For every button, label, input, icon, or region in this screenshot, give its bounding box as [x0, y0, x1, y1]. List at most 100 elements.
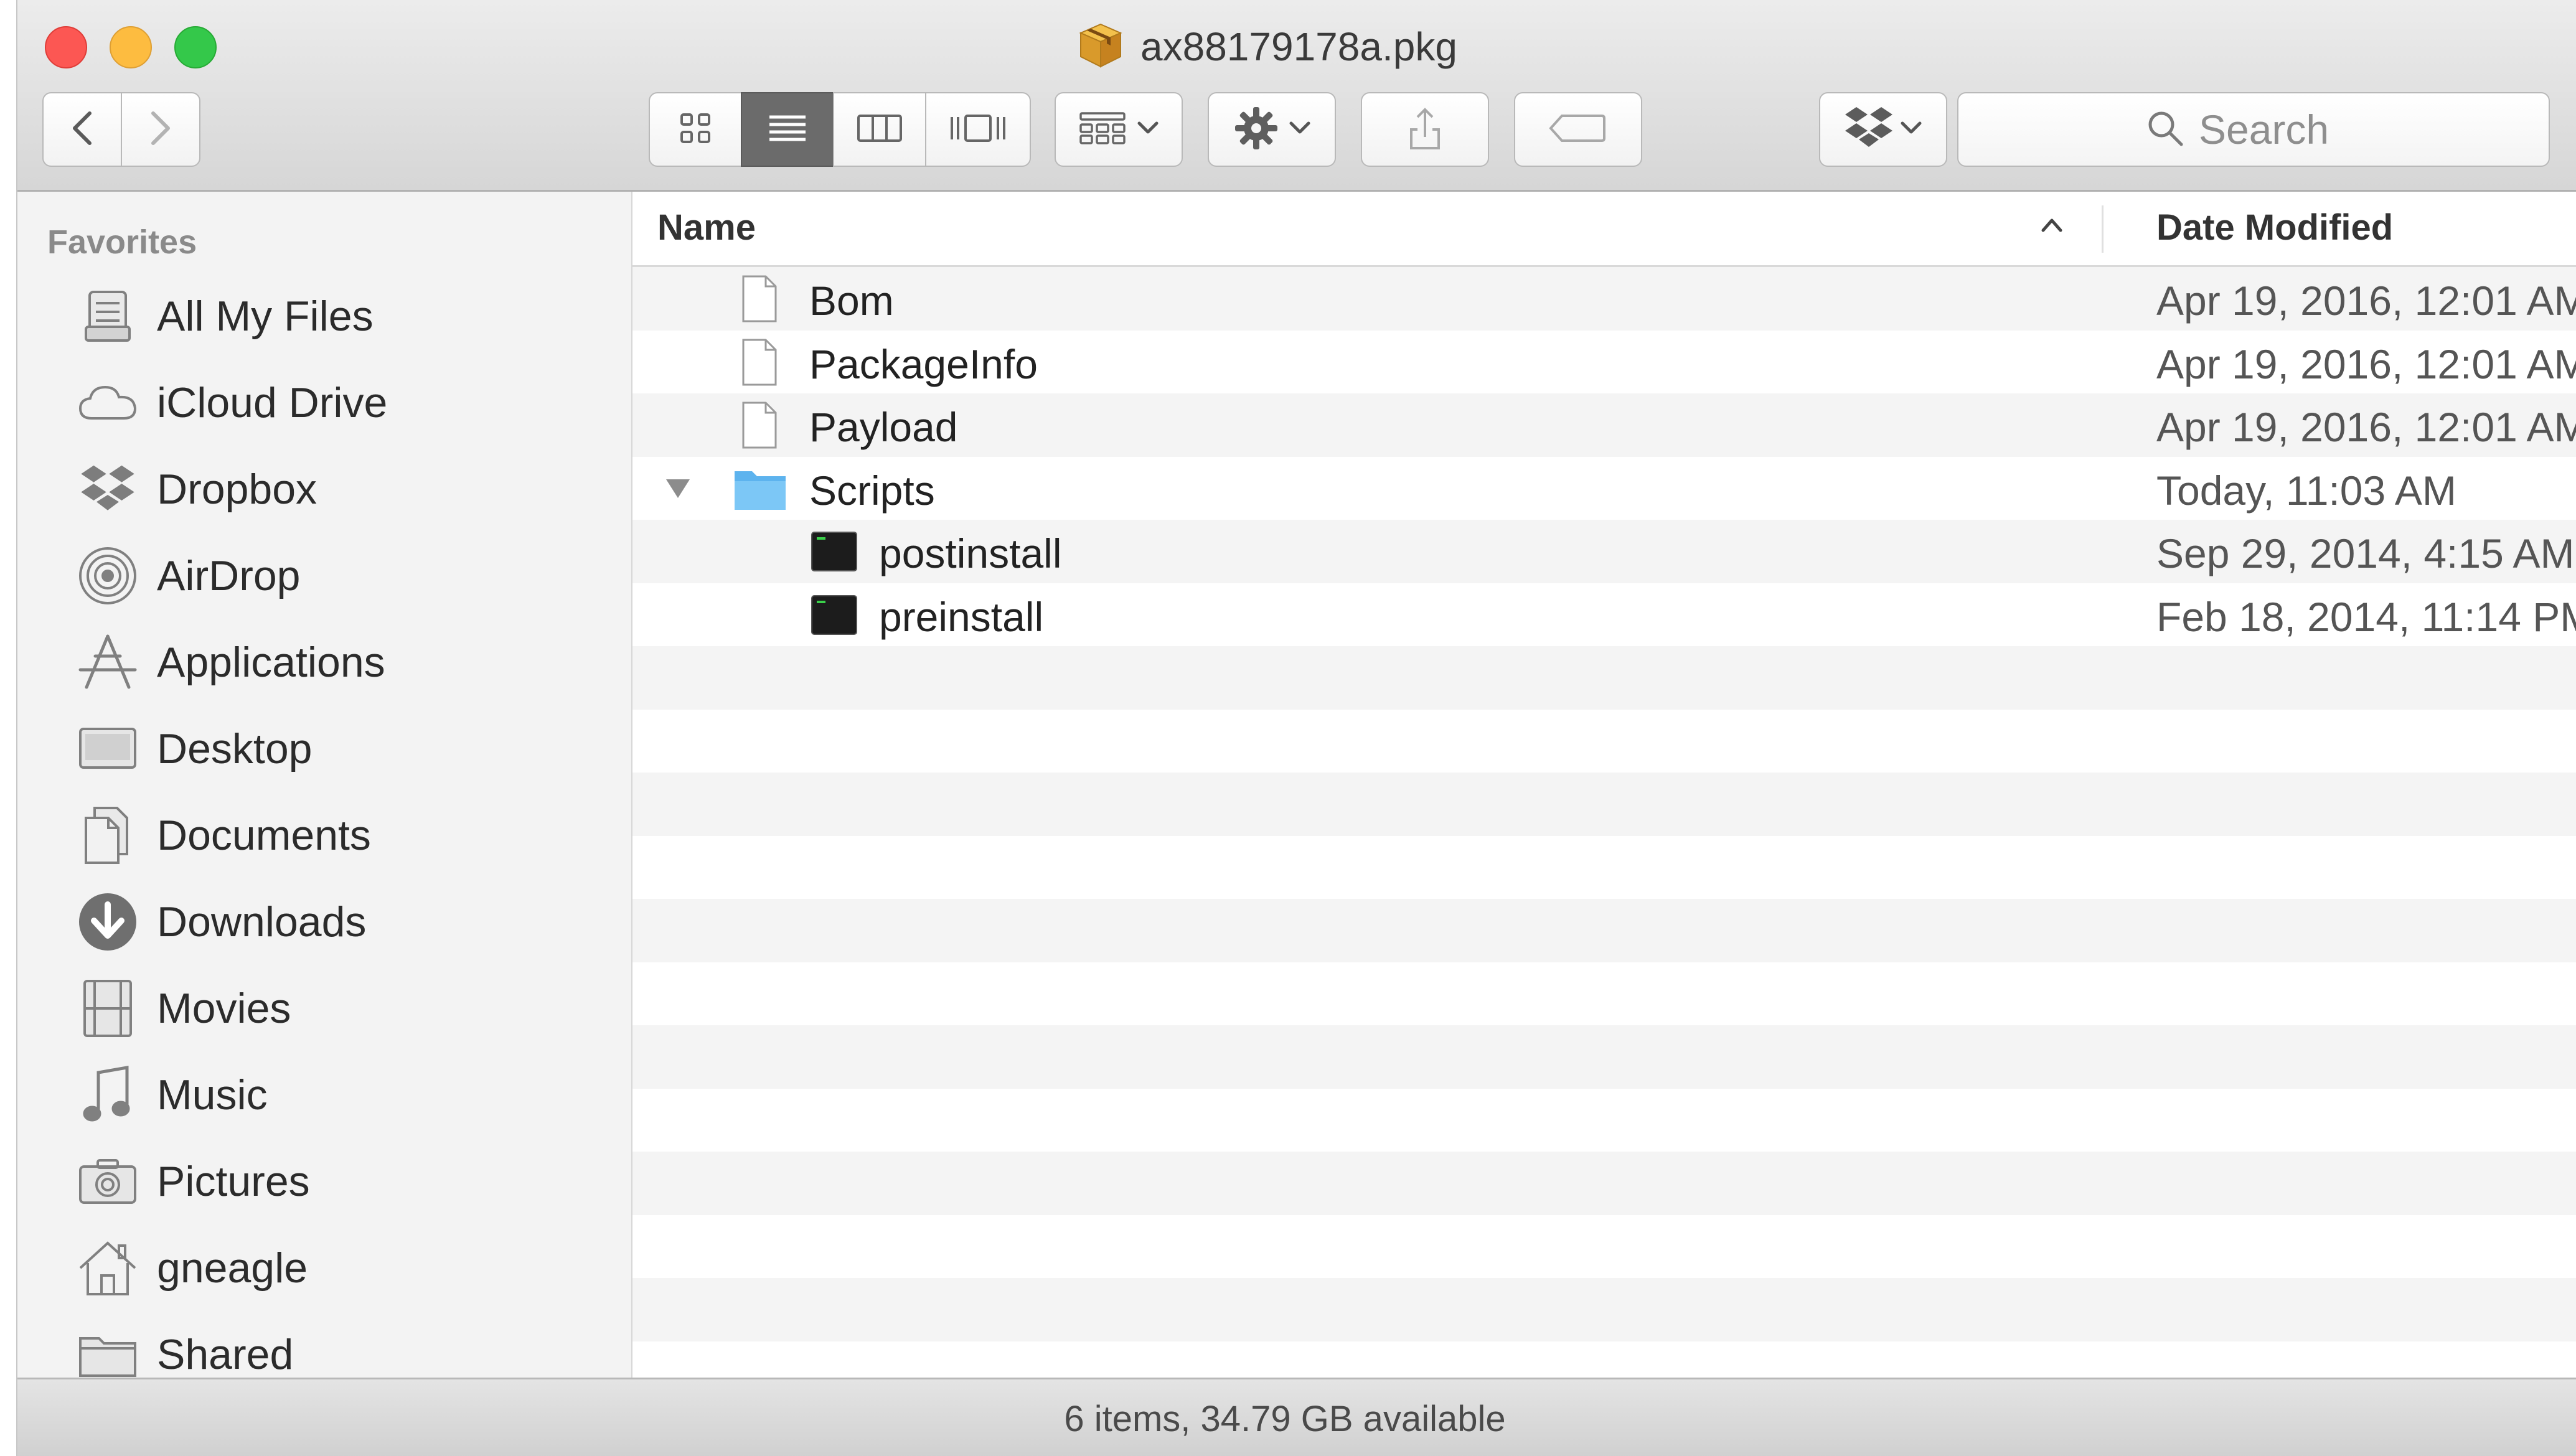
chevron-down-icon	[1900, 121, 1922, 139]
status-bar: 6 items, 34.79 GB available	[17, 1378, 2576, 1456]
dropbox-icon	[73, 455, 142, 524]
share-icon	[1406, 105, 1444, 155]
file-rows: Bom Apr 19, 2016, 12:01 AM PackageInfo A…	[632, 267, 2576, 1378]
sidebar-item-pictures[interactable]: Pictures	[17, 1144, 631, 1219]
forward-button[interactable]	[121, 92, 200, 167]
empty-row	[632, 1214, 2576, 1278]
document-icon	[735, 273, 784, 324]
film-icon	[73, 974, 142, 1043]
sidebar-item-label: Dropbox	[157, 466, 317, 513]
file-date: Feb 18, 2014, 11:14 PM	[2156, 593, 2576, 640]
column-view-icon	[855, 110, 905, 150]
chevron-down-icon	[1289, 121, 1311, 139]
cover-flow-button[interactable]	[925, 92, 1031, 167]
sidebar-item-applications[interactable]: Applications	[17, 625, 631, 700]
sidebar: Favorites All My Files iCloud Drive Drop…	[17, 192, 632, 1378]
table-row[interactable]: postinstall Sep 29, 2014, 4:15 AM	[632, 520, 2576, 583]
window-title: ax88179178a.pkg	[1076, 19, 1457, 75]
column-header-name[interactable]: Name	[657, 207, 756, 248]
table-row[interactable]: Payload Apr 19, 2016, 12:01 AM	[632, 393, 2576, 457]
empty-row	[632, 835, 2576, 899]
sidebar-item-music[interactable]: Music	[17, 1058, 631, 1132]
terminal-executable-icon	[809, 526, 859, 577]
back-button[interactable]	[42, 92, 122, 167]
sort-ascending-icon[interactable]	[2039, 215, 2064, 237]
edit-tags-button[interactable]	[1514, 92, 1642, 167]
search-icon	[2145, 108, 2185, 151]
share-button[interactable]	[1361, 92, 1489, 167]
camera-icon	[73, 1147, 142, 1216]
table-row[interactable]: preinstall Feb 18, 2014, 11:14 PM	[632, 583, 2576, 646]
sidebar-item-downloads[interactable]: Downloads	[17, 885, 631, 959]
airdrop-icon	[73, 542, 142, 610]
finder-window: ax88179178a.pkg Search Favorites All My …	[16, 0, 2576, 1456]
chevron-left-icon	[70, 110, 95, 150]
minimize-window-button[interactable]	[110, 26, 152, 68]
chevron-down-icon	[1137, 121, 1159, 139]
table-row[interactable]: Bom Apr 19, 2016, 12:01 AM	[632, 267, 2576, 331]
sidebar-item-dropbox[interactable]: Dropbox	[17, 452, 631, 527]
sidebar-item-all-my-files[interactable]: All My Files	[17, 279, 631, 354]
file-name: PackageInfo	[809, 341, 1038, 387]
column-view-button[interactable]	[833, 92, 926, 167]
desktop-icon	[73, 715, 142, 783]
sidebar-item-airdrop[interactable]: AirDrop	[17, 538, 631, 613]
document-icon	[735, 337, 784, 388]
sidebar-item-desktop[interactable]: Desktop	[17, 712, 631, 786]
chevron-right-icon	[148, 110, 173, 150]
table-row[interactable]: Scripts Today, 11:03 AM	[632, 456, 2576, 520]
sidebar-item-label: Movies	[157, 985, 291, 1032]
sidebar-item-documents[interactable]: Documents	[17, 798, 631, 873]
empty-row	[632, 1341, 2576, 1378]
icon-view-button[interactable]	[649, 92, 742, 167]
file-list: Name Date Modified Bom Apr 19, 2016, 12:…	[632, 192, 2576, 1378]
empty-row	[632, 1025, 2576, 1089]
file-name: Payload	[809, 404, 958, 450]
empty-row	[632, 1278, 2576, 1341]
sidebar-item-shared[interactable]: Shared	[17, 1317, 631, 1378]
file-name: postinstall	[879, 530, 1062, 576]
sidebar-item-gneagle[interactable]: gneagle	[17, 1231, 631, 1305]
arrange-button[interactable]	[1055, 92, 1183, 167]
list-view-icon	[766, 110, 809, 150]
document-icon	[735, 400, 784, 451]
list-view-button[interactable]	[741, 92, 834, 167]
sidebar-item-movies[interactable]: Movies	[17, 971, 631, 1046]
file-date: Sep 29, 2014, 4:15 AM	[2156, 530, 2575, 576]
status-text: 6 items, 34.79 GB available	[1064, 1398, 1506, 1439]
empty-row	[632, 899, 2576, 962]
zoom-window-button[interactable]	[174, 26, 217, 68]
sidebar-item-label: Pictures	[157, 1158, 310, 1205]
sidebar-item-label: Music	[157, 1071, 268, 1119]
close-window-button[interactable]	[45, 26, 87, 68]
column-header-bar: Name Date Modified	[632, 192, 2576, 267]
sidebar-item-label: Desktop	[157, 725, 313, 773]
sidebar-item-label: All My Files	[157, 293, 374, 340]
all-files-icon	[73, 282, 142, 350]
dropbox-button[interactable]	[1819, 92, 1947, 167]
sidebar-item-label: Downloads	[157, 898, 367, 946]
column-header-date-modified[interactable]: Date Modified	[2156, 207, 2393, 248]
sidebar-item-icloud-drive[interactable]: iCloud Drive	[17, 365, 631, 440]
sidebar-item-label: gneagle	[157, 1244, 308, 1292]
column-divider[interactable]	[2102, 205, 2104, 253]
search-field[interactable]	[1957, 92, 2550, 167]
file-date: Today, 11:03 AM	[2156, 467, 2456, 514]
sidebar-item-label: Documents	[157, 812, 371, 859]
empty-row	[632, 709, 2576, 773]
empty-row	[632, 646, 2576, 710]
empty-row	[632, 1088, 2576, 1152]
search-input[interactable]	[2198, 105, 2362, 154]
downloads-icon	[73, 888, 142, 956]
package-icon	[1076, 21, 1126, 73]
file-date: Apr 19, 2016, 12:01 AM	[2156, 404, 2576, 450]
empty-row	[632, 1152, 2576, 1215]
cover-flow-icon	[947, 110, 1009, 150]
icon-view-icon	[677, 110, 714, 150]
disclosure-triangle-expanded-icon[interactable]	[664, 476, 692, 504]
table-row[interactable]: PackageInfo Apr 19, 2016, 12:01 AM	[632, 330, 2576, 393]
file-date: Apr 19, 2016, 12:01 AM	[2156, 341, 2576, 387]
sidebar-item-label: Applications	[157, 639, 385, 686]
action-button[interactable]	[1208, 92, 1336, 167]
cloud-icon	[73, 369, 142, 437]
